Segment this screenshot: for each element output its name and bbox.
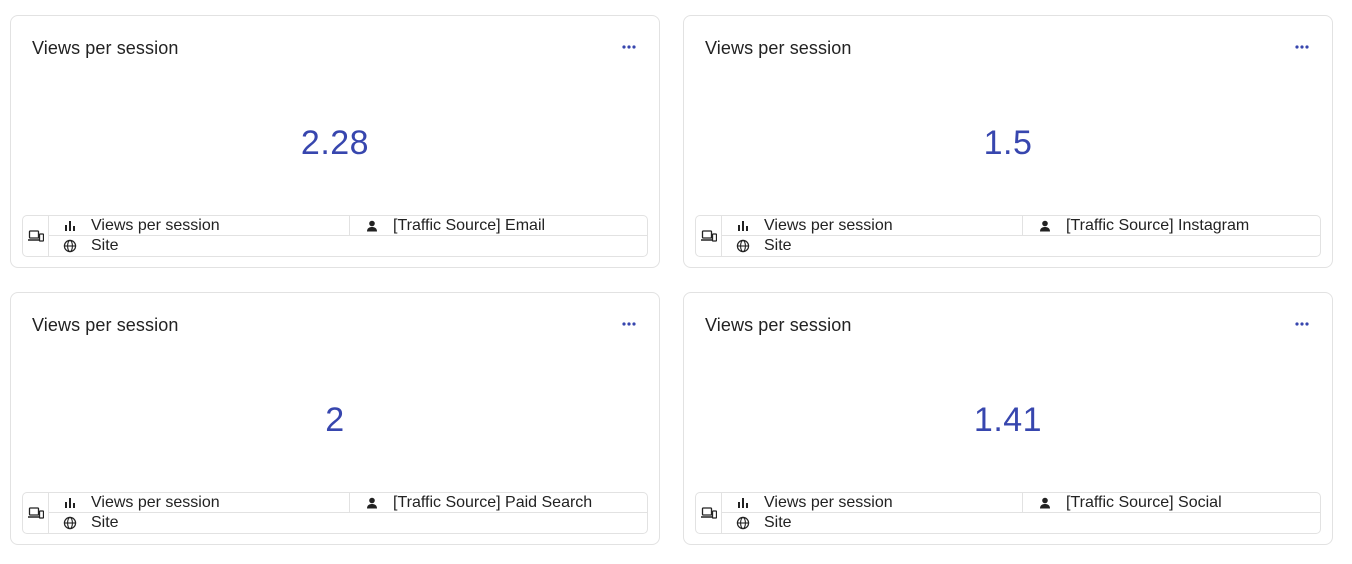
scope-name: Site (91, 514, 119, 531)
segment-cell: [Traffic Source] Social (1023, 493, 1320, 513)
segment-cell: [Traffic Source] Paid Search (350, 493, 647, 513)
globe-icon (736, 239, 750, 253)
meta-row: Site (721, 513, 1320, 533)
metric-value: 1.5 (983, 124, 1033, 162)
metric-card: Views per session 2 Views per session [T… (10, 292, 660, 545)
meta-row: Views per session [Traffic Source] Email (48, 216, 647, 236)
card-meta: Views per session [Traffic Source] Email… (22, 215, 648, 257)
globe-icon (63, 516, 77, 530)
card-title: Views per session (705, 315, 852, 335)
metric-cell: Views per session (721, 493, 1023, 513)
metric-cell: Views per session (48, 216, 350, 236)
metric-value: 2 (325, 401, 345, 439)
metric-card: Views per session 1.5 Views per session … (683, 15, 1333, 268)
bar-chart-icon (65, 221, 75, 231)
segment-cell: [Traffic Source] Email (350, 216, 647, 236)
devices-icon (27, 507, 44, 519)
bar-chart-icon (738, 498, 748, 508)
devices-icon-cell (696, 493, 722, 533)
user-icon (367, 497, 377, 509)
metric-name: Views per session (91, 494, 220, 511)
meta-row: Site (48, 236, 647, 256)
more-options-icon[interactable] (621, 319, 637, 329)
globe-icon (63, 239, 77, 253)
meta-row: Site (721, 236, 1320, 256)
devices-icon (27, 230, 44, 242)
more-options-icon[interactable] (621, 42, 637, 52)
segment-cell: [Traffic Source] Instagram (1023, 216, 1320, 236)
meta-row: Views per session [Traffic Source] Insta… (721, 216, 1320, 236)
segment-name: [Traffic Source] Paid Search (393, 494, 593, 511)
more-options-icon[interactable] (1294, 42, 1310, 52)
segment-name: [Traffic Source] Social (1066, 494, 1222, 511)
metric-value: 1.41 (973, 401, 1043, 439)
meta-row: Site (48, 513, 647, 533)
scope-cell: Site (721, 513, 792, 533)
segment-name: [Traffic Source] Instagram (1066, 217, 1250, 234)
globe-icon (736, 516, 750, 530)
card-title: Views per session (32, 38, 179, 58)
scope-name: Site (764, 237, 792, 254)
segment-name: [Traffic Source] Email (393, 217, 546, 234)
devices-icon-cell (23, 216, 49, 256)
scope-name: Site (764, 514, 792, 531)
meta-row: Views per session [Traffic Source] Socia… (721, 493, 1320, 513)
card-meta: Views per session [Traffic Source] Paid … (22, 492, 648, 534)
metric-card: Views per session 2.28 Views per session… (10, 15, 660, 268)
bar-chart-icon (738, 221, 748, 231)
card-title: Views per session (705, 38, 852, 58)
scope-name: Site (91, 237, 119, 254)
scope-cell: Site (48, 513, 119, 533)
devices-icon (700, 507, 717, 519)
scope-cell: Site (48, 236, 119, 256)
devices-icon (700, 230, 717, 242)
user-icon (1040, 220, 1050, 232)
metric-name: Views per session (764, 494, 893, 511)
card-title: Views per session (32, 315, 179, 335)
scope-cell: Site (721, 236, 792, 256)
metric-name: Views per session (91, 217, 220, 234)
card-meta: Views per session [Traffic Source] Socia… (695, 492, 1321, 534)
bar-chart-icon (65, 498, 75, 508)
metric-card: Views per session 1.41 Views per session… (683, 292, 1333, 545)
devices-icon-cell (23, 493, 49, 533)
more-options-icon[interactable] (1294, 319, 1310, 329)
metric-name: Views per session (764, 217, 893, 234)
card-meta: Views per session [Traffic Source] Insta… (695, 215, 1321, 257)
meta-row: Views per session [Traffic Source] Paid … (48, 493, 647, 513)
metric-cell: Views per session (48, 493, 350, 513)
user-icon (1040, 497, 1050, 509)
user-icon (367, 220, 377, 232)
metric-value: 2.28 (300, 124, 370, 162)
metric-cell: Views per session (721, 216, 1023, 236)
devices-icon-cell (696, 216, 722, 256)
